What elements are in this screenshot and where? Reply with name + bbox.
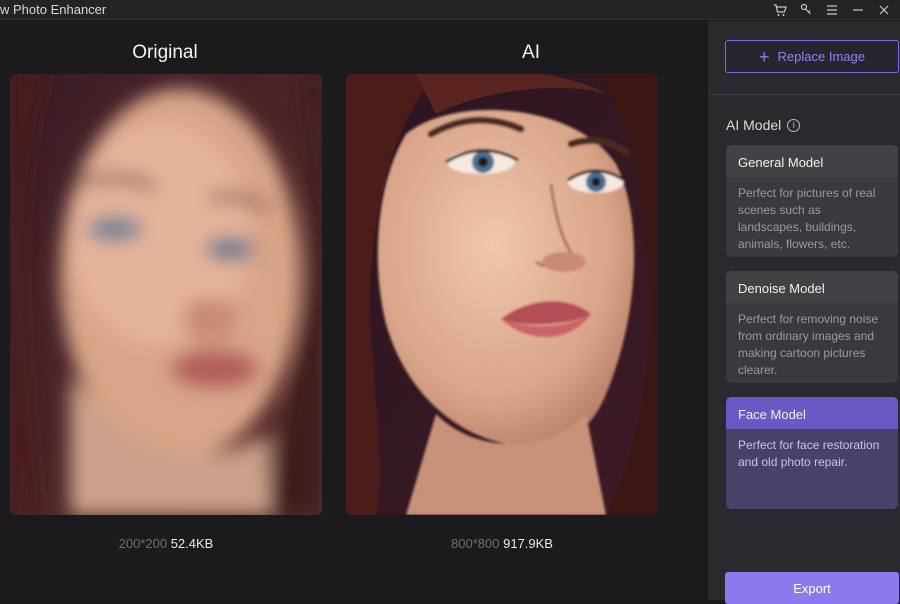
cart-icon[interactable] — [772, 2, 788, 18]
original-image — [10, 74, 322, 515]
minimize-icon[interactable] — [850, 2, 866, 18]
ai-resolution: 800*800 — [451, 536, 500, 551]
replace-image-label: Replace Image — [777, 49, 865, 64]
export-button[interactable]: Export — [725, 572, 899, 604]
plus-icon: + — [759, 46, 770, 67]
replace-image-button[interactable]: + Replace Image — [725, 40, 899, 73]
settings-sidebar: + Replace Image AI Model i General Model… — [707, 21, 900, 604]
window-controls — [772, 0, 892, 20]
ai-size: 917.9KB — [503, 536, 553, 551]
model-card-title: General Model — [726, 145, 898, 177]
ai-model-heading: AI Model i — [726, 117, 801, 133]
ai-info: 800*800 917.9KB — [346, 536, 658, 551]
original-label: Original — [132, 42, 198, 63]
model-card-desc: Perfect for removing noise from ordinary… — [738, 312, 879, 377]
menu-icon[interactable] — [824, 2, 840, 18]
original-size: 52.4KB — [170, 536, 214, 551]
ai-label: AI — [522, 42, 540, 63]
model-card-title: Denoise Model — [726, 271, 898, 303]
model-card-desc: Perfect for pictures of real scenes such… — [738, 186, 876, 251]
key-icon[interactable] — [798, 2, 814, 18]
app-title: w Photo Enhancer — [0, 2, 107, 17]
model-card-face[interactable]: Face Model Perfect for face restoration … — [726, 397, 898, 509]
model-card-denoise[interactable]: Denoise Model Perfect for removing noise… — [726, 271, 898, 383]
close-icon[interactable] — [876, 2, 892, 18]
ai-image — [346, 74, 658, 515]
title-bar: w Photo Enhancer — [0, 0, 900, 20]
model-card-general[interactable]: General Model Perfect for pictures of re… — [726, 145, 898, 257]
comparison-area: Original AI 200*200 52.4KB 800*800 917.9… — [0, 21, 707, 600]
original-info: 200*200 52.4KB — [10, 536, 322, 551]
original-resolution: 200*200 — [118, 536, 168, 551]
info-icon[interactable]: i — [787, 118, 801, 132]
model-card-desc: Perfect for face restoration and old pho… — [738, 438, 880, 469]
divider — [708, 94, 900, 95]
ai-model-label: AI Model — [726, 117, 782, 133]
model-card-title: Face Model — [726, 397, 898, 429]
